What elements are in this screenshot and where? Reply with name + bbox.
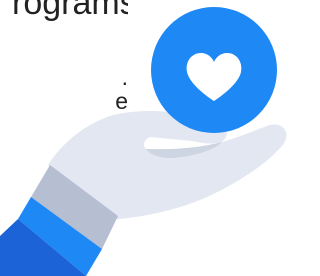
hand-holding-heart-illustration xyxy=(0,7,287,276)
hand-heart-illustration-crop: rograms. . e e e n e xyxy=(0,0,290,276)
